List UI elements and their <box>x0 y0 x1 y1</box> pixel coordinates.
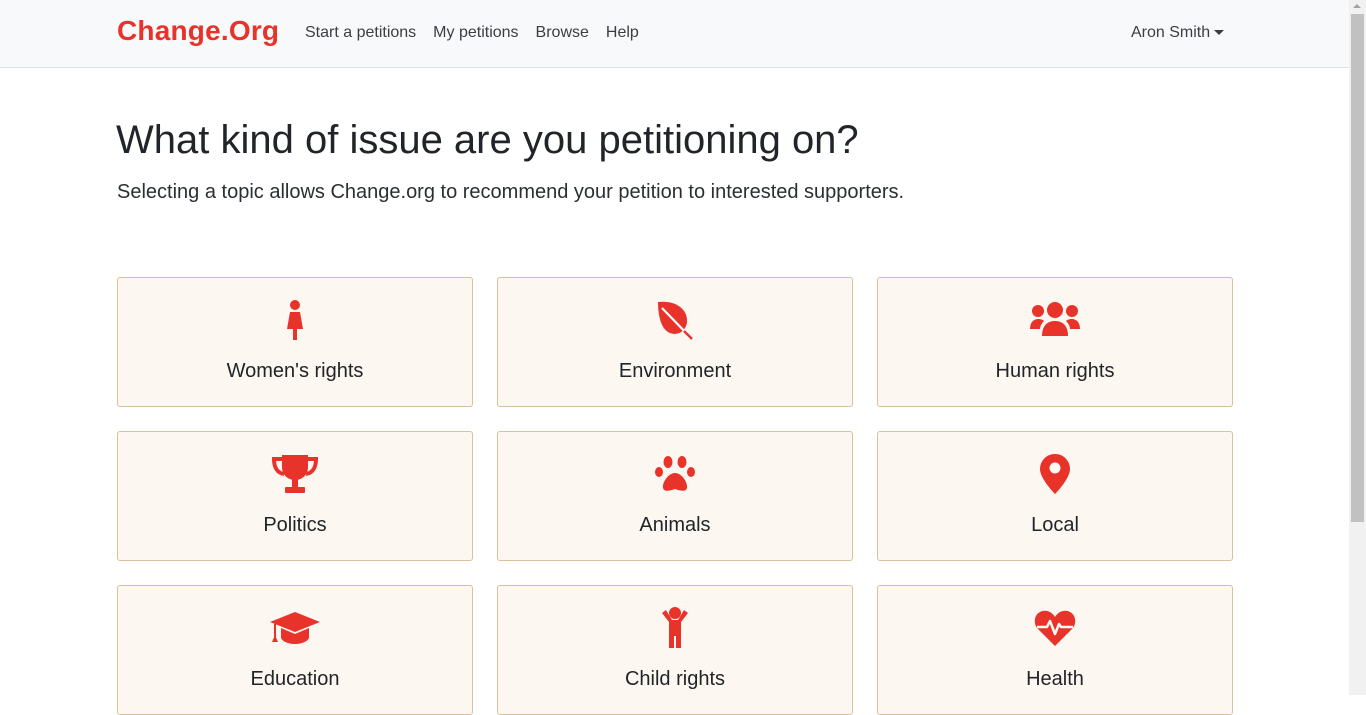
page-title: What kind of issue are you petitioning o… <box>116 118 859 162</box>
heartbeat-icon <box>1029 606 1081 650</box>
trophy-icon <box>269 452 321 496</box>
caret-down-icon <box>1214 29 1225 35</box>
scroll-up-arrow-icon[interactable] <box>1353 4 1361 8</box>
page-subtitle: Selecting a topic allows Change.org to r… <box>117 181 905 203</box>
nav-help[interactable]: Help <box>606 24 639 42</box>
graduation-cap-icon <box>269 606 321 650</box>
topic-grid: Women's rights Environment Human rights <box>117 277 1233 715</box>
topic-label: Child rights <box>624 668 726 690</box>
topic-label: Animals <box>639 514 711 536</box>
topic-label: Human rights <box>995 360 1115 382</box>
topic-label: Local <box>1031 514 1079 536</box>
topic-card-animals[interactable]: Animals <box>497 431 853 561</box>
female-icon <box>269 298 321 342</box>
paw-icon <box>649 452 701 496</box>
topic-label: Politics <box>263 514 327 536</box>
topic-card-environment[interactable]: Environment <box>497 277 853 407</box>
topic-card-human-rights[interactable]: Human rights <box>877 277 1233 407</box>
nav-browse[interactable]: Browse <box>536 24 589 42</box>
vertical-scrollbar[interactable] <box>1349 0 1366 695</box>
top-navbar: Change.Org Start a petitions My petition… <box>0 0 1349 68</box>
user-menu-dropdown[interactable]: Aron Smith <box>1131 24 1225 42</box>
topic-card-politics[interactable]: Politics <box>117 431 473 561</box>
nav-my-petitions[interactable]: My petitions <box>433 24 518 42</box>
map-marker-icon <box>1029 452 1081 496</box>
user-name: Aron Smith <box>1131 24 1211 41</box>
topic-card-health[interactable]: Health <box>877 585 1233 715</box>
leaf-icon <box>649 298 701 342</box>
topic-card-womens-rights[interactable]: Women's rights <box>117 277 473 407</box>
topic-label: Women's rights <box>226 360 364 382</box>
nav-start-petition[interactable]: Start a petitions <box>305 24 416 42</box>
topic-card-education[interactable]: Education <box>117 585 473 715</box>
topic-card-child-rights[interactable]: Child rights <box>497 585 853 715</box>
main-nav: Start a petitions My petitions Browse He… <box>305 24 656 42</box>
users-icon <box>1029 298 1081 342</box>
topic-label: Environment <box>618 360 732 382</box>
child-icon <box>649 606 701 650</box>
brand-logo[interactable]: Change.Org <box>117 15 279 47</box>
topic-card-local[interactable]: Local <box>877 431 1233 561</box>
topic-label: Health <box>1026 668 1084 690</box>
scrollbar-thumb[interactable] <box>1351 14 1364 522</box>
topic-label: Education <box>250 668 340 690</box>
